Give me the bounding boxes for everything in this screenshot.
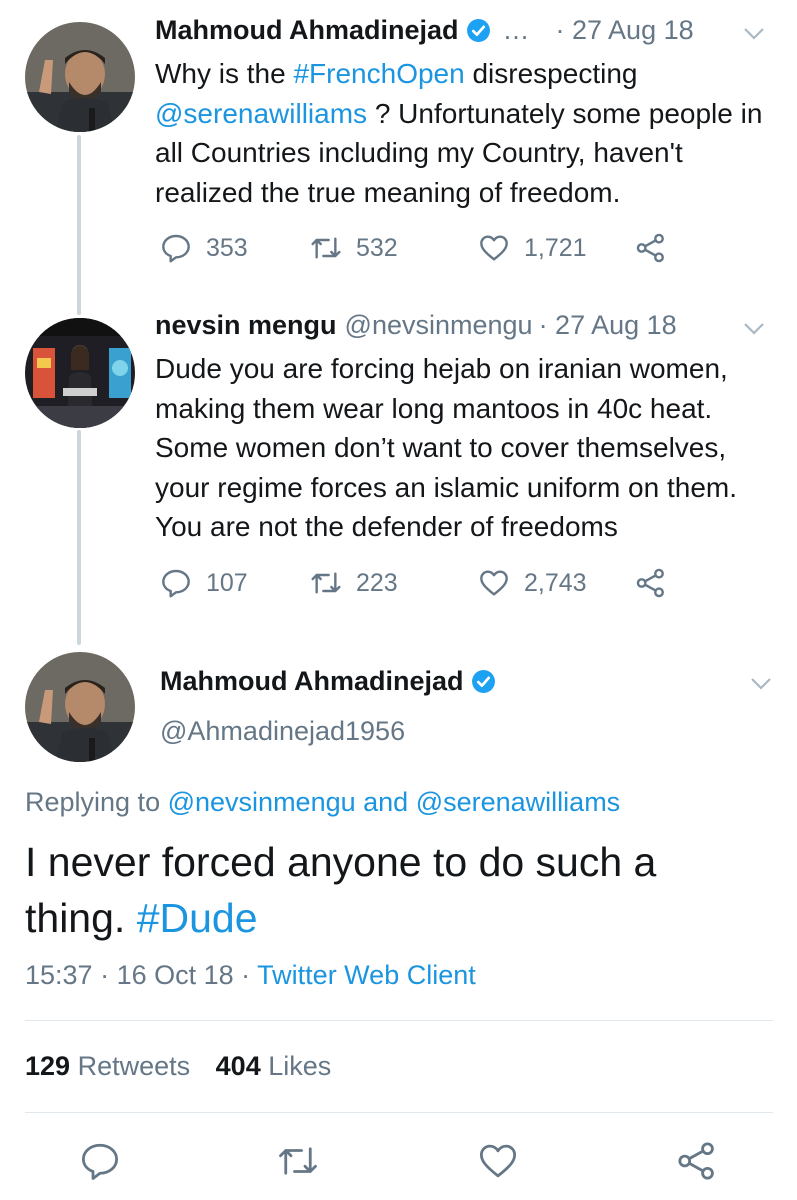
text-part: Why is the — [155, 58, 294, 89]
retweet-button[interactable]: 532 — [310, 232, 398, 264]
like-icon — [479, 1144, 517, 1178]
avatar[interactable] — [25, 22, 135, 132]
engagement-stats: 129 Retweets 404 Likes — [25, 1051, 331, 1082]
user-handle[interactable]: @nevsinmengu — [345, 310, 533, 341]
retweet-icon — [311, 572, 341, 594]
tweet-header: Mahmoud Ahmadinejad … · 27 Aug 18 — [155, 15, 694, 46]
text-part: disrespecting — [464, 58, 638, 89]
chevron-down-icon[interactable] — [743, 27, 765, 41]
chevron-down-icon[interactable] — [743, 322, 765, 336]
mention-link[interactable]: @nevsinmengu — [168, 787, 356, 817]
mention-link[interactable]: @serenawilliams — [155, 98, 367, 129]
tweet-meta: 15:37 · 16 Oct 18 · Twitter Web Client — [25, 960, 476, 991]
verified-icon — [471, 669, 496, 694]
share-button[interactable] — [676, 1140, 718, 1182]
reply-button[interactable] — [79, 1140, 121, 1182]
likes-count: 404 — [215, 1051, 261, 1081]
replying-and: and — [363, 787, 409, 817]
reply-icon — [162, 569, 190, 598]
retweet-icon — [311, 237, 341, 259]
like-button[interactable] — [477, 1140, 519, 1182]
mention-link[interactable]: @serenawilliams — [416, 787, 620, 817]
like-button[interactable]: 1,721 — [478, 232, 587, 264]
replying-to: Replying to @nevsinmengu and @serenawill… — [25, 787, 620, 818]
tweet-date: 16 Oct 18 — [116, 960, 234, 990]
tweet-date[interactable]: · 27 Aug 18 — [556, 15, 694, 46]
name-truncation: … — [502, 15, 530, 45]
reply-icon — [162, 234, 190, 263]
reply-count: 353 — [206, 233, 248, 262]
retweet-count: 532 — [356, 233, 398, 262]
share-icon — [678, 1142, 714, 1180]
main-tweet-name-row: Mahmoud Ahmadinejad — [160, 666, 496, 697]
client-link[interactable]: Twitter Web Client — [257, 960, 476, 990]
like-icon — [480, 570, 508, 596]
reply-count: 107 — [206, 568, 248, 597]
user-handle[interactable]: @Ahmadinejad1956 — [160, 716, 405, 747]
thread-line-1 — [77, 135, 81, 315]
tweet-time: 15:37 — [25, 960, 93, 990]
retweets-count: 129 — [25, 1051, 71, 1081]
divider — [25, 1020, 773, 1021]
display-name[interactable]: Mahmoud Ahmadinejad — [160, 666, 464, 697]
tweet-text: Dude you are forcing hejab on iranian wo… — [155, 353, 737, 542]
verified-icon — [466, 18, 491, 43]
display-name[interactable]: nevsin mengu — [155, 310, 337, 341]
meta-separator: · — [92, 960, 117, 990]
like-count: 1,721 — [524, 233, 587, 262]
retweets-stat[interactable]: 129 Retweets — [25, 1051, 190, 1081]
like-count: 2,743 — [524, 568, 587, 597]
like-icon — [480, 235, 508, 261]
reply-button[interactable]: 107 — [160, 567, 248, 599]
main-tweet-text: I never forced anyone to do such a thing… — [25, 834, 765, 946]
divider — [25, 1112, 773, 1113]
reply-button[interactable]: 353 — [160, 232, 248, 264]
main-text: I never forced anyone to do such a thing… — [25, 839, 657, 941]
share-button[interactable] — [635, 567, 681, 599]
like-button[interactable]: 2,743 — [478, 567, 587, 599]
retweet-button[interactable]: 223 — [310, 567, 398, 599]
reply-icon — [81, 1143, 119, 1180]
share-icon — [636, 568, 664, 598]
tweet-text: Why is the #FrenchOpen disrespecting @se… — [155, 54, 785, 212]
tweet-date[interactable]: · 27 Aug 18 — [539, 310, 677, 341]
retweet-button[interactable] — [277, 1140, 319, 1182]
retweets-label: Retweets — [77, 1051, 191, 1081]
avatar[interactable] — [25, 652, 135, 762]
display-name[interactable]: Mahmoud Ahmadinejad — [155, 15, 459, 46]
retweet-count: 223 — [356, 568, 398, 597]
share-icon — [636, 233, 664, 263]
likes-stat[interactable]: 404 Likes — [216, 1051, 332, 1081]
likes-label: Likes — [268, 1051, 332, 1081]
avatar[interactable] — [25, 318, 135, 428]
replying-label: Replying to — [25, 787, 161, 817]
retweet-icon — [279, 1147, 317, 1175]
hashtag-link[interactable]: #FrenchOpen — [293, 58, 464, 89]
hashtag-link[interactable]: #Dude — [137, 895, 258, 941]
share-button[interactable] — [635, 232, 681, 264]
tweet-header: nevsin mengu @nevsinmengu · 27 Aug 18 — [155, 310, 677, 341]
thread-line-2 — [77, 430, 81, 645]
chevron-down-icon[interactable] — [750, 677, 772, 691]
meta-separator: · — [233, 960, 258, 990]
